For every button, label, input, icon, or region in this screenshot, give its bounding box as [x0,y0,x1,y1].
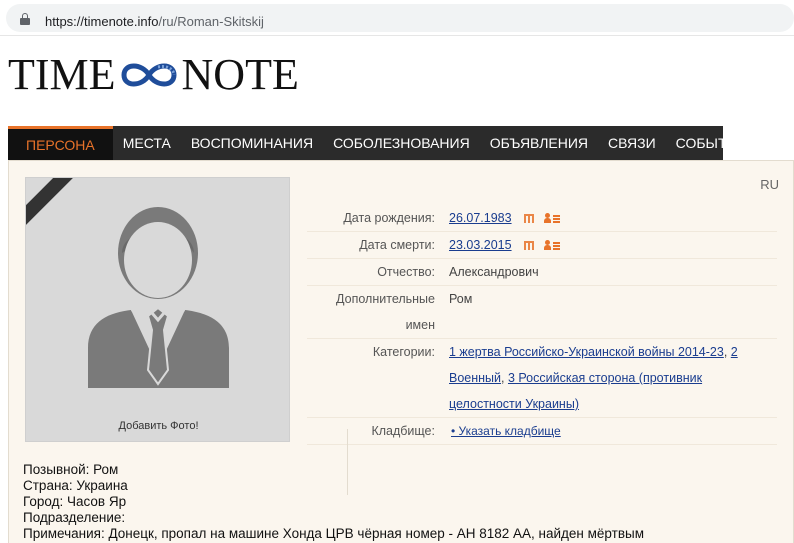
calendar-icon[interactable] [523,241,534,250]
callsign-text: Позывной: Ром [23,462,119,477]
patronymic-row: Отчество: Александрович [307,259,777,286]
categories-row: Категории: 1 жертва Российско-Украинской… [307,339,777,418]
language-switch[interactable]: RU [760,177,779,192]
profile-photo[interactable]: Добавить Фото! [25,177,290,442]
nav-tab-events[interactable]: СОБЫТИЯ [666,126,757,160]
url-field[interactable]: https://timenote.info/ru/Roman-Skitskij [6,4,794,32]
person-list-icon[interactable] [543,240,560,250]
cemetery-label: Кладбище: [371,424,435,438]
nav-tab-memories[interactable]: ВОСПОМИНАНИЯ [181,126,323,160]
notes-text: Примечания: Донецк, пропал на машине Хон… [23,526,644,541]
death-date-link[interactable]: 23.03.2015 [449,238,512,252]
profile-panel: RU Добавить Фото! Дата рождения: 26.07.1… [8,160,794,543]
cemetery-row: Кладбище: • Указать кладбище [307,418,777,445]
patronymic-label: Отчество: [377,265,435,279]
category-link[interactable]: 1 жертва Российско-Украинской войны 2014… [449,345,724,359]
logo-text-right: NOTE [181,50,299,99]
avatar-placeholder-icon [88,207,229,388]
logo-text-left: TIME [8,50,116,99]
unit-text: Подразделение: [23,510,126,525]
mourning-ribbon [26,178,76,228]
country-text: Страна: Украина [23,478,128,493]
birth-date-label: Дата рождения: [343,211,435,225]
city-text: Город: Часов Яр [23,494,127,509]
extra-names-row: Дополнительные имен Ром [307,286,777,339]
nav-tab-relations[interactable]: СВЯЗИ [598,126,666,160]
url-host: https://timenote.info [45,14,159,29]
extra-names-value: Ром [449,292,473,306]
person-details: Позывной: Ром Страна: Украина Город: Час… [23,462,644,542]
add-photo-link[interactable]: Добавить Фото! [26,420,291,432]
url-path: /ru/Roman-Skitskij [158,14,264,29]
categories-label: Категории: [372,345,435,359]
extra-names-label: Дополнительные имен [336,292,435,332]
url-text[interactable]: https://timenote.info/ru/Roman-Skitskij [45,14,264,29]
site-logo[interactable]: TIME NOTE [8,50,299,99]
profile-info-table: Дата рождения: 26.07.1983 Дата смерти: 2… [307,205,777,445]
birth-date-row: Дата рождения: 26.07.1983 [307,205,777,232]
nav-tab-places[interactable]: МЕСТА [113,126,181,160]
patronymic-value: Александрович [449,265,539,279]
nav-tab-condolences[interactable]: СОБОЛЕЗНОВАНИЯ [323,126,480,160]
nav-tab-person[interactable]: ПЕРСОНА [8,126,113,160]
person-list-icon[interactable] [543,213,560,223]
main-nav: ПЕРСОНА МЕСТА ВОСПОМИНАНИЯ СОБОЛЕЗНОВАНИ… [8,126,747,160]
death-date-row: Дата смерти: 23.03.2015 [307,232,777,259]
browser-address-bar: https://timenote.info/ru/Roman-Skitskij [0,0,794,36]
specify-cemetery-link[interactable]: • Указать кладбище [451,424,561,438]
death-date-label: Дата смерти: [359,238,435,252]
calendar-icon[interactable] [523,214,534,223]
lock-icon [20,13,30,25]
infinity-logo-icon [121,63,177,87]
nav-tab-announcements[interactable]: ОБЪЯВЛЕНИЯ [480,126,598,160]
birth-date-link[interactable]: 26.07.1983 [449,211,512,225]
